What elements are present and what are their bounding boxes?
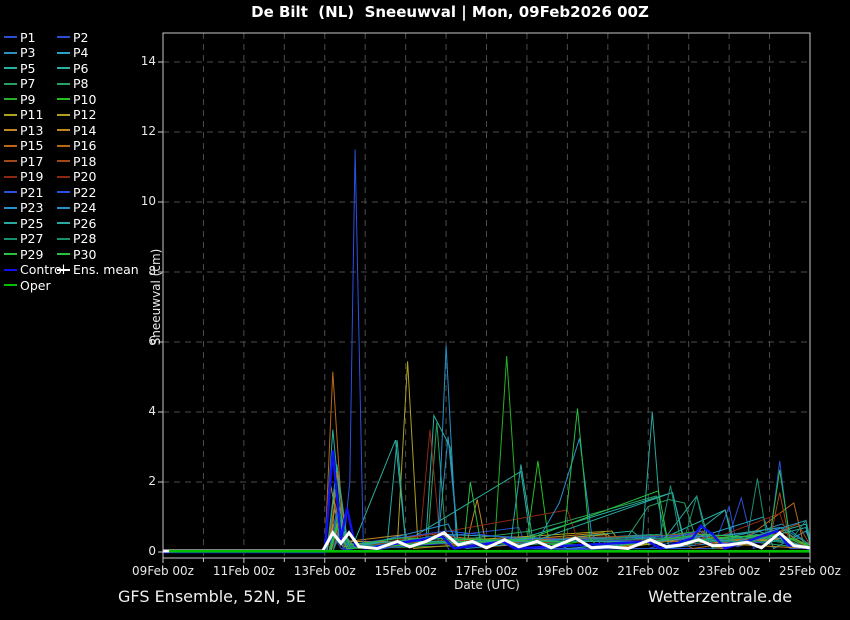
y-tick-label: 12 [112,124,156,138]
x-tick-label: 17Feb 00z [445,564,529,578]
x-tick-label: 09Feb 00z [121,564,205,578]
y-tick-label: 0 [112,544,156,558]
y-tick-label: 6 [112,334,156,348]
model-info-text: GFS Ensemble, 52N, 5E [118,587,306,606]
ensemble-plot [0,0,850,620]
wetterzentrale-ensemble-chart: De Bilt (NL) Sneeuwval | Mon, 09Feb2026 … [0,0,850,620]
x-axis-label: Date (UTC) [427,578,547,592]
y-tick-label: 10 [112,194,156,208]
x-tick-label: 19Feb 00z [525,564,609,578]
x-tick-label: 13Feb 00z [283,564,367,578]
x-tick-label: 25Feb 00z [768,564,850,578]
site-branding-text: Wetterzentrale.de [648,587,792,606]
x-tick-label: 21Feb 00z [606,564,690,578]
y-tick-label: 14 [112,54,156,68]
y-tick-label: 2 [112,474,156,488]
y-tick-label: 8 [112,264,156,278]
x-tick-label: 23Feb 00z [687,564,771,578]
x-tick-label: 11Feb 00z [202,564,286,578]
x-tick-label: 15Feb 00z [364,564,448,578]
y-tick-label: 4 [112,404,156,418]
